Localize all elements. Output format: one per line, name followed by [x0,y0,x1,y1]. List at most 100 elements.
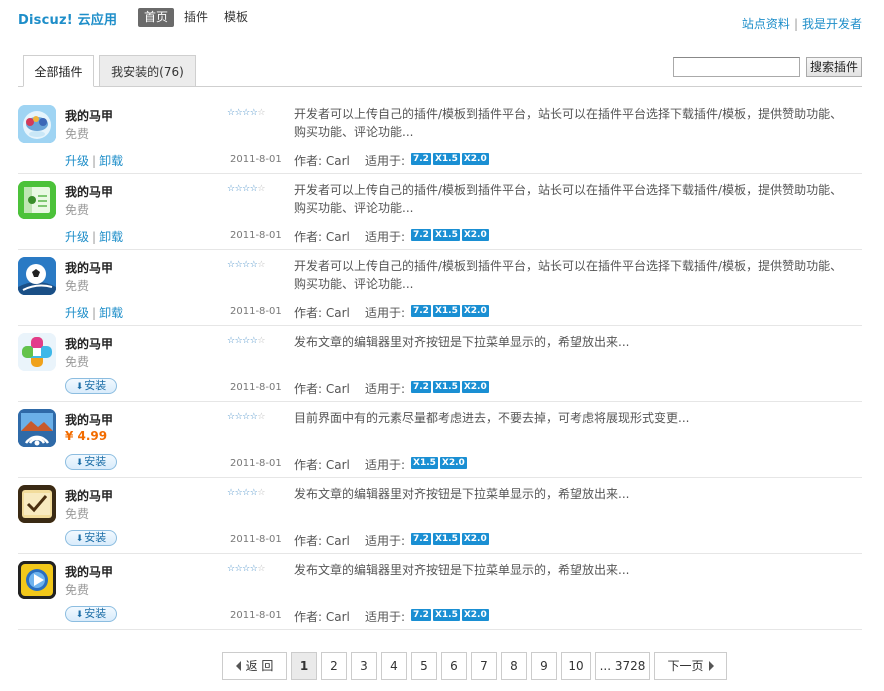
author-name: Carl [325,230,350,244]
upgrade-link[interactable]: 升级 [65,306,89,320]
last-page-button[interactable]: ... 3728 [595,652,650,680]
plugin-date: 2011-8-01 [230,154,282,165]
version-badges: 7.2 X1.5 X2.0 [411,381,491,393]
uninstall-link[interactable]: 卸载 [99,306,123,320]
plugin-price: 免费 [65,127,90,141]
plugin-date: 2011-8-01 [230,534,282,545]
plugin-author: 作者: Carl [294,532,350,549]
version-badge: X1.5 [432,153,460,165]
install-label: 安装 [84,531,107,544]
author-name: Carl [325,534,350,548]
rating-stars: ☆☆☆☆☆ [227,412,265,422]
plugin-price: ¥ 4.99 [65,429,108,443]
plugin-name[interactable]: 我的马甲 [65,487,113,504]
compat-label: 适用于: [365,610,406,624]
version-badge: X1.5 [432,609,460,621]
plugin-author: 作者: Carl [294,380,350,397]
rating-stars: ☆☆☆☆☆ [227,336,265,346]
author-name: Carl [325,154,350,168]
colorful-plus-icon[interactable] [18,333,56,371]
install-button[interactable]: ⬇安装 [65,606,117,622]
media-player-icon[interactable] [18,561,56,599]
plugin-name[interactable]: 我的马甲 [65,107,113,124]
page-number[interactable]: 7 [471,652,497,680]
rating-star-icon: ☆ [227,108,235,118]
rating-star-icon: ☆ [242,488,250,498]
wifi-photo-icon[interactable] [18,409,56,447]
uninstall-link[interactable]: 卸载 [99,230,123,244]
plugin-row: 我的马甲 免费 升级 | 卸载 ☆☆☆☆☆ 2011-8-01 开发者可以上传自己的插件/模板… [18,174,862,250]
version-badges: 7.2 X1.5 X2.0 [411,533,491,545]
version-badge: X1.5 [432,229,460,241]
plugin-author: 作者: Carl [294,228,350,245]
version-badge: 7.2 [411,305,431,317]
logo[interactable]: Discuz! 云应用 [18,9,117,28]
plugin-row: 我的马甲 免费 升级 | 卸载 ☆☆☆☆☆ 2011-8-01 开发者可以上传自己的插件/模板… [18,250,862,326]
install-button[interactable]: ⬇安装 [65,378,117,394]
page-number[interactable]: 5 [411,652,437,680]
page-number[interactable]: 8 [501,652,527,680]
install-button[interactable]: ⬇安装 [65,530,117,546]
plugin-name[interactable]: 我的马甲 [65,563,113,580]
install-label: 安装 [84,607,107,620]
search-input[interactable] [673,57,800,77]
site-info-link[interactable]: 站点资料 [742,17,790,31]
plugin-date: 2011-8-01 [230,382,282,393]
rating-star-icon: ☆ [227,412,235,422]
version-badge: 7.2 [411,533,431,545]
next-page-button[interactable]: 下一页 [654,652,727,680]
compat-label: 适用于: [365,306,406,320]
version-badge: X2.0 [461,381,489,393]
page-number[interactable]: 9 [531,652,557,680]
developer-link[interactable]: 我是开发者 [802,17,862,31]
version-badge: X2.0 [461,305,489,317]
plugin-name[interactable]: 我的马甲 [65,183,113,200]
page-number[interactable]: 1 [291,652,317,680]
plugin-row: 我的马甲 免费 ⬇安装 ☆☆☆☆☆ 2011-8-01 发布文章的编辑器里对齐按钮是下拉菜… [18,554,862,630]
page-number[interactable]: 4 [381,652,407,680]
upgrade-link[interactable]: 升级 [65,154,89,168]
rating-stars: ☆☆☆☆☆ [227,260,265,270]
author-prefix: 作者: [294,382,323,396]
contacts-icon[interactable] [18,181,56,219]
page-number[interactable]: 10 [561,652,591,680]
install-label: 安装 [84,379,107,392]
version-badge: X2.0 [461,229,489,241]
author-prefix: 作者: [294,458,323,472]
rating-stars: ☆☆☆☆☆ [227,488,265,498]
nav-home[interactable]: 首页 [138,8,175,27]
tab-my-installed[interactable]: 我安装的(76) [99,55,196,87]
plugin-name[interactable]: 我的马甲 [65,411,113,428]
tab-all-plugins[interactable]: 全部插件 [23,55,94,87]
cloud-app-icon[interactable] [18,105,56,143]
rating-star-icon: ☆ [227,564,235,574]
rating-star-icon: ☆ [257,336,265,346]
plugin-list: 我的马甲 免费 升级 | 卸载 ☆☆☆☆☆ 2011-8-01 开发者可以上传自己的插件/模板… [18,98,862,630]
rating-star-icon: ☆ [227,488,235,498]
rating-stars: ☆☆☆☆☆ [227,564,265,574]
author-prefix: 作者: [294,306,323,320]
install-button[interactable]: ⬇安装 [65,454,117,470]
action-separator: | [92,306,97,320]
soccer-ball-icon[interactable] [18,257,56,295]
prev-page-button[interactable]: 返 回 [222,652,287,680]
compat-label: 适用于: [365,458,406,472]
plugin-description: 发布文章的编辑器里对齐按钮是下拉菜单显示的，希望放出来... [294,335,630,349]
nav-templates[interactable]: 模板 [218,8,254,27]
plugin-name[interactable]: 我的马甲 [65,259,113,276]
checklist-icon[interactable] [18,485,56,523]
version-badges: 7.2 X1.5 X2.0 [411,305,491,317]
plugin-description: 发布文章的编辑器里对齐按钮是下拉菜单显示的，希望放出来... [294,487,630,501]
uninstall-link[interactable]: 卸载 [99,154,123,168]
plugin-name[interactable]: 我的马甲 [65,335,113,352]
page-number[interactable]: 3 [351,652,377,680]
search-button[interactable]: 搜索插件 [806,57,862,77]
page-number[interactable]: 6 [441,652,467,680]
rating-star-icon: ☆ [242,108,250,118]
nav-plugins[interactable]: 插件 [178,8,214,27]
upgrade-link[interactable]: 升级 [65,230,89,244]
author-prefix: 作者: [294,230,323,244]
page-number[interactable]: 2 [321,652,347,680]
arrow-left-icon [235,661,241,671]
plugin-description: 发布文章的编辑器里对齐按钮是下拉菜单显示的，希望放出来... [294,563,630,577]
